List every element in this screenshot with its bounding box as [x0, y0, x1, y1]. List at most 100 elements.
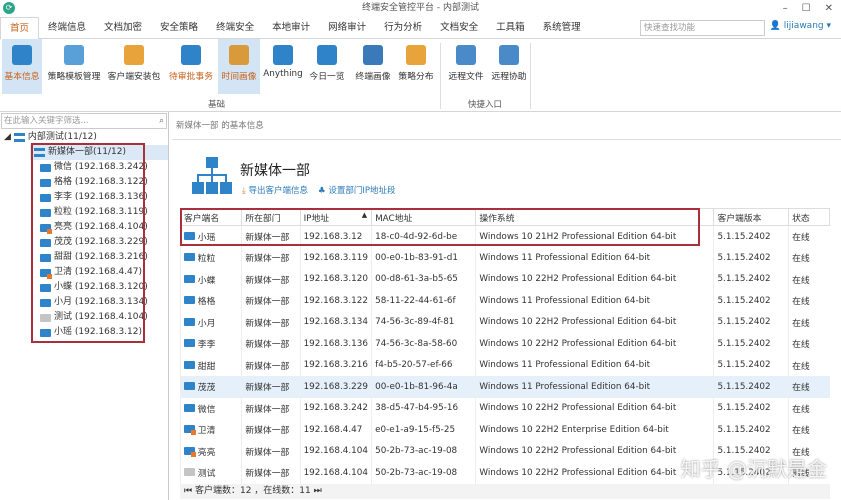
- set-ip-range-link[interactable]: ♣ 设置部门IP地址段: [318, 184, 395, 196]
- department-title: 新媒体一部: [240, 163, 310, 179]
- ribbon-icon: [363, 45, 383, 65]
- cell: 在线: [788, 397, 830, 419]
- computer-icon: [184, 403, 195, 412]
- cell: 新媒体一部: [241, 268, 301, 290]
- ribbon-button-7[interactable]: 终端画像: [352, 39, 394, 94]
- cell: 在线: [788, 268, 830, 290]
- cell: 5.1.15.2402: [713, 376, 789, 398]
- cell: 格格: [179, 290, 242, 312]
- cell: f4-b5-20-57-ef-66: [371, 354, 476, 376]
- cell: 5.1.15.2402: [713, 247, 789, 269]
- minimize-button[interactable]: –: [783, 0, 788, 17]
- table-row[interactable]: 甜甜 新媒体一部 192.168.3.216 f4-b5-20-57-ef-66 Win…: [179, 354, 830, 376]
- table-row[interactable]: 茂茂 新媒体一部 192.168.3.229 00-e0-1b-81-96-4a Win…: [179, 376, 830, 398]
- cell: 00-e0-1b-81-96-4a: [371, 376, 476, 398]
- cell: 5.1.15.2402: [713, 354, 789, 376]
- cell: 小蝶: [179, 268, 242, 290]
- column-header[interactable]: 客户端版本: [713, 208, 790, 226]
- computer-icon: [184, 253, 195, 262]
- cell: 5.1.15.2402: [713, 225, 789, 247]
- table-row[interactable]: 微信 新媒体一部 192.168.3.242 38-d5-47-b4-95-16 Win…: [179, 397, 830, 419]
- computer-icon: [184, 360, 195, 369]
- tab-1[interactable]: 终端信息: [39, 17, 95, 39]
- cell: 在线: [788, 225, 830, 247]
- cell: Windows 10 22H2 Professional Edition 64-…: [475, 440, 714, 462]
- cell: 在线: [788, 311, 830, 333]
- table-row[interactable]: 小蝶 新媒体一部 192.168.3.120 00-d8-61-3a-b5-65 Win…: [179, 268, 830, 290]
- tab-3[interactable]: 安全策略: [151, 17, 207, 39]
- close-button[interactable]: ✕: [825, 0, 833, 17]
- highlight-box: [180, 208, 700, 246]
- computer-icon: [184, 468, 195, 477]
- ribbon-icon: [124, 45, 144, 65]
- cell: 新媒体一部: [241, 333, 301, 355]
- cell: 新媒体一部: [241, 419, 301, 441]
- ribbon-button-8[interactable]: 策略分布: [395, 39, 437, 94]
- maximize-button[interactable]: ☐: [802, 0, 811, 17]
- ribbon-button-1[interactable]: 策略模板管理: [46, 39, 102, 94]
- detail-panel: 新媒体一部 的基本信息 新媒体一部 ⤓ 导出客户端信息 ♣ 设置部门IP地址段 客…: [172, 112, 841, 500]
- tree-filter-input[interactable]: 在此输入关键字筛选... ⌕: [1, 113, 167, 129]
- cell: 新媒体一部: [241, 440, 301, 462]
- table-row[interactable]: 格格 新媒体一部 192.168.3.122 58-11-22-44-61-6f Win…: [179, 290, 830, 312]
- ribbon-button-10[interactable]: 远程协助: [489, 39, 529, 94]
- search-icon[interactable]: ⌕: [159, 114, 164, 128]
- cell: 5.1.15.2402: [713, 268, 789, 290]
- cell: 50-2b-73-ac-19-08: [371, 440, 476, 462]
- group-label: 基础: [208, 100, 226, 110]
- ribbon-button-2[interactable]: 客户端安装包: [104, 39, 164, 94]
- cell: 新媒体一部: [241, 247, 301, 269]
- cell: 在线: [788, 290, 830, 312]
- ribbon-button-4[interactable]: 时间画像: [218, 39, 260, 94]
- cell: 测试: [179, 462, 242, 484]
- computer-icon: [184, 339, 195, 348]
- tab-2[interactable]: 文档加密: [95, 17, 151, 39]
- table-row[interactable]: 卫清 新媒体一部 192.168.4.47 e0-e1-a9-15-f5-25 Wind…: [179, 419, 830, 441]
- cell: Windows 10 22H2 Professional Edition 64-…: [475, 397, 714, 419]
- user-menu[interactable]: 👤 lijiawang ▾: [770, 21, 831, 31]
- tab-10[interactable]: 系统管理: [534, 17, 590, 39]
- client-count: 客户端数：12 ，在线数：11: [194, 486, 311, 496]
- ribbon-icon: [12, 45, 32, 65]
- cell: 74-56-3c-8a-58-60: [371, 333, 476, 355]
- table-row[interactable]: 小月 新媒体一部 192.168.3.134 74-56-3c-89-4f-81 Win…: [179, 311, 830, 333]
- export-link[interactable]: ⤓ 导出客户端信息: [242, 184, 308, 196]
- cell: 5.1.15.2402: [713, 397, 789, 419]
- column-header[interactable]: 状态: [788, 208, 830, 226]
- tab-8[interactable]: 文档安全: [431, 17, 487, 39]
- ribbon-button-9[interactable]: 远程文件: [446, 39, 486, 94]
- ribbon-icon: [229, 45, 249, 65]
- cell: 微信: [179, 397, 242, 419]
- computer-icon: [184, 446, 196, 457]
- tab-5[interactable]: 本地审计: [263, 17, 319, 39]
- tab-7[interactable]: 行为分析: [375, 17, 431, 39]
- ribbon-icon: [317, 45, 337, 65]
- highlight-box: [31, 143, 145, 343]
- department-icon: [192, 157, 232, 194]
- user-name: lijiawang: [783, 21, 824, 31]
- ribbon-button-0[interactable]: 基本信息: [2, 39, 42, 94]
- table-row[interactable]: 粒粒 新媒体一部 192.168.3.119 00-e0-1b-83-91-d1 Win…: [179, 247, 830, 269]
- first-page-button[interactable]: ⏮: [184, 486, 192, 496]
- tab-9[interactable]: 工具箱: [487, 17, 534, 39]
- ribbon-button-6[interactable]: 今日一览: [307, 39, 347, 94]
- tab-6[interactable]: 网络审计: [319, 17, 375, 39]
- window-title: 终端安全管控平台 - 内部测试: [362, 3, 479, 13]
- cell: Windows 10 22H2 Professional Edition 64-…: [475, 311, 714, 333]
- computer-icon: [184, 317, 195, 326]
- cell: 58-11-22-44-61-6f: [371, 290, 476, 312]
- ribbon-button-3[interactable]: 待审批事务: [166, 39, 216, 94]
- ribbon: 基础 快捷入口 基本信息 策略模板管理 客户端安装包 待审批事务 时间画像 Anythin…: [0, 39, 841, 112]
- tab-4[interactable]: 终端安全: [207, 17, 263, 39]
- tab-0[interactable]: 首页: [0, 16, 40, 40]
- org-icon: ♣: [317, 186, 326, 196]
- cell: 192.168.4.47: [299, 419, 372, 441]
- quick-search-input[interactable]: 快速查找功能: [640, 20, 765, 36]
- cell: 00-d8-61-3a-b5-65: [371, 268, 476, 290]
- table-row[interactable]: 李李 新媒体一部 192.168.3.136 74-56-3c-8a-58-60 Win…: [179, 333, 830, 355]
- cell: 74-56-3c-89-4f-81: [371, 311, 476, 333]
- ribbon-button-5[interactable]: Anything: [262, 39, 304, 94]
- cell: 192.168.3.229: [299, 376, 372, 398]
- cell: 192.168.3.134: [299, 311, 372, 333]
- last-page-button[interactable]: ⏭: [314, 486, 322, 496]
